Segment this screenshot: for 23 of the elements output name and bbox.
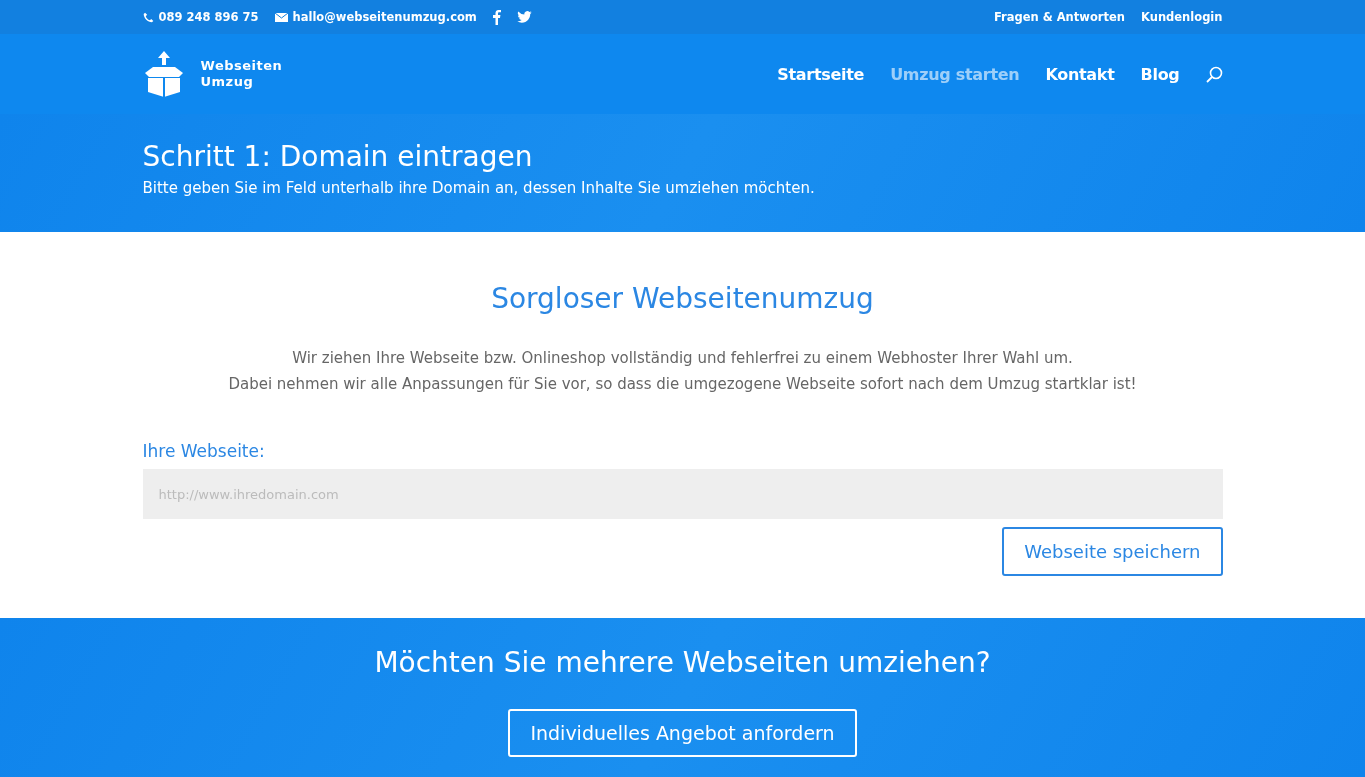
save-website-button[interactable]: Webseite speichern bbox=[1002, 527, 1223, 576]
email-address: hallo@webseitenumzug.com bbox=[292, 10, 477, 24]
nav-link[interactable]: Umzug starten bbox=[890, 64, 1020, 84]
page-title: Schritt 1: Domain eintragen bbox=[142, 140, 533, 173]
mail-icon bbox=[274, 12, 288, 22]
top-link[interactable]: Fragen & Antworten bbox=[993, 10, 1125, 24]
facebook-icon[interactable] bbox=[492, 9, 501, 25]
nav-link[interactable]: Startseite bbox=[777, 64, 865, 84]
nav-link[interactable]: Kontakt bbox=[1045, 64, 1115, 84]
section-heading: Sorgloser Webseitenumzug bbox=[490, 282, 875, 315]
request-offer-button[interactable]: Individuelles Angebot anfordern bbox=[508, 709, 857, 757]
page-subtitle: Bitte geben Sie im Feld unterhalb ihre Domain an, dessen Inhalte Sie umziehen möchten. bbox=[142, 179, 815, 197]
nav-link[interactable]: Blog bbox=[1140, 64, 1180, 84]
phone-number: 089 248 896 75 bbox=[158, 10, 259, 24]
logo-text: Webseiten Umzug bbox=[200, 58, 283, 90]
field-label: Ihre Webseite: bbox=[142, 441, 266, 461]
intro-text: Wir ziehen Ihre Webseite bzw. Onlineshop vollständig und fehlerfrei zu einem Webhoster Ihrer Wahl um. bbox=[291, 348, 1074, 369]
intro-text: Dabei nehmen wir alle Anpassungen für Sie vor, so dass die umgezogene Webseite sofort nach dem Umzug startklar ist! bbox=[227, 374, 1138, 395]
top-link[interactable]: Kundenlogin bbox=[1141, 10, 1223, 24]
phone-icon bbox=[142, 11, 154, 23]
cta-heading: Möchten Sie mehrere Webseiten umziehen? bbox=[374, 646, 991, 679]
twitter-icon[interactable] bbox=[516, 11, 532, 23]
search-icon[interactable] bbox=[1205, 65, 1223, 83]
